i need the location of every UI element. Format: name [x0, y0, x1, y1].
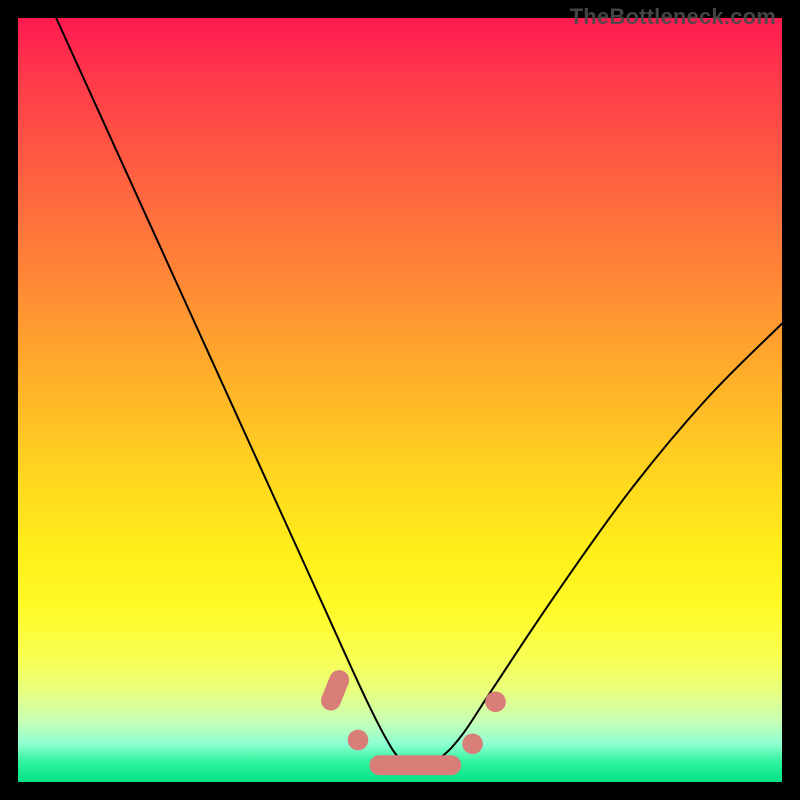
marker-dot: [348, 730, 369, 751]
marker-capsule: [318, 667, 352, 713]
curve-layer: [56, 18, 782, 767]
plot-area: [18, 18, 782, 782]
bottleneck-curve: [56, 18, 782, 767]
marker-layer: [318, 667, 506, 775]
chart-frame: TheBottleneck.com: [0, 0, 800, 800]
marker-capsule: [369, 755, 461, 775]
marker-dot: [485, 691, 506, 712]
watermark-label: TheBottleneck.com: [570, 4, 776, 30]
marker-dot: [462, 733, 483, 754]
chart-svg: [18, 18, 782, 782]
